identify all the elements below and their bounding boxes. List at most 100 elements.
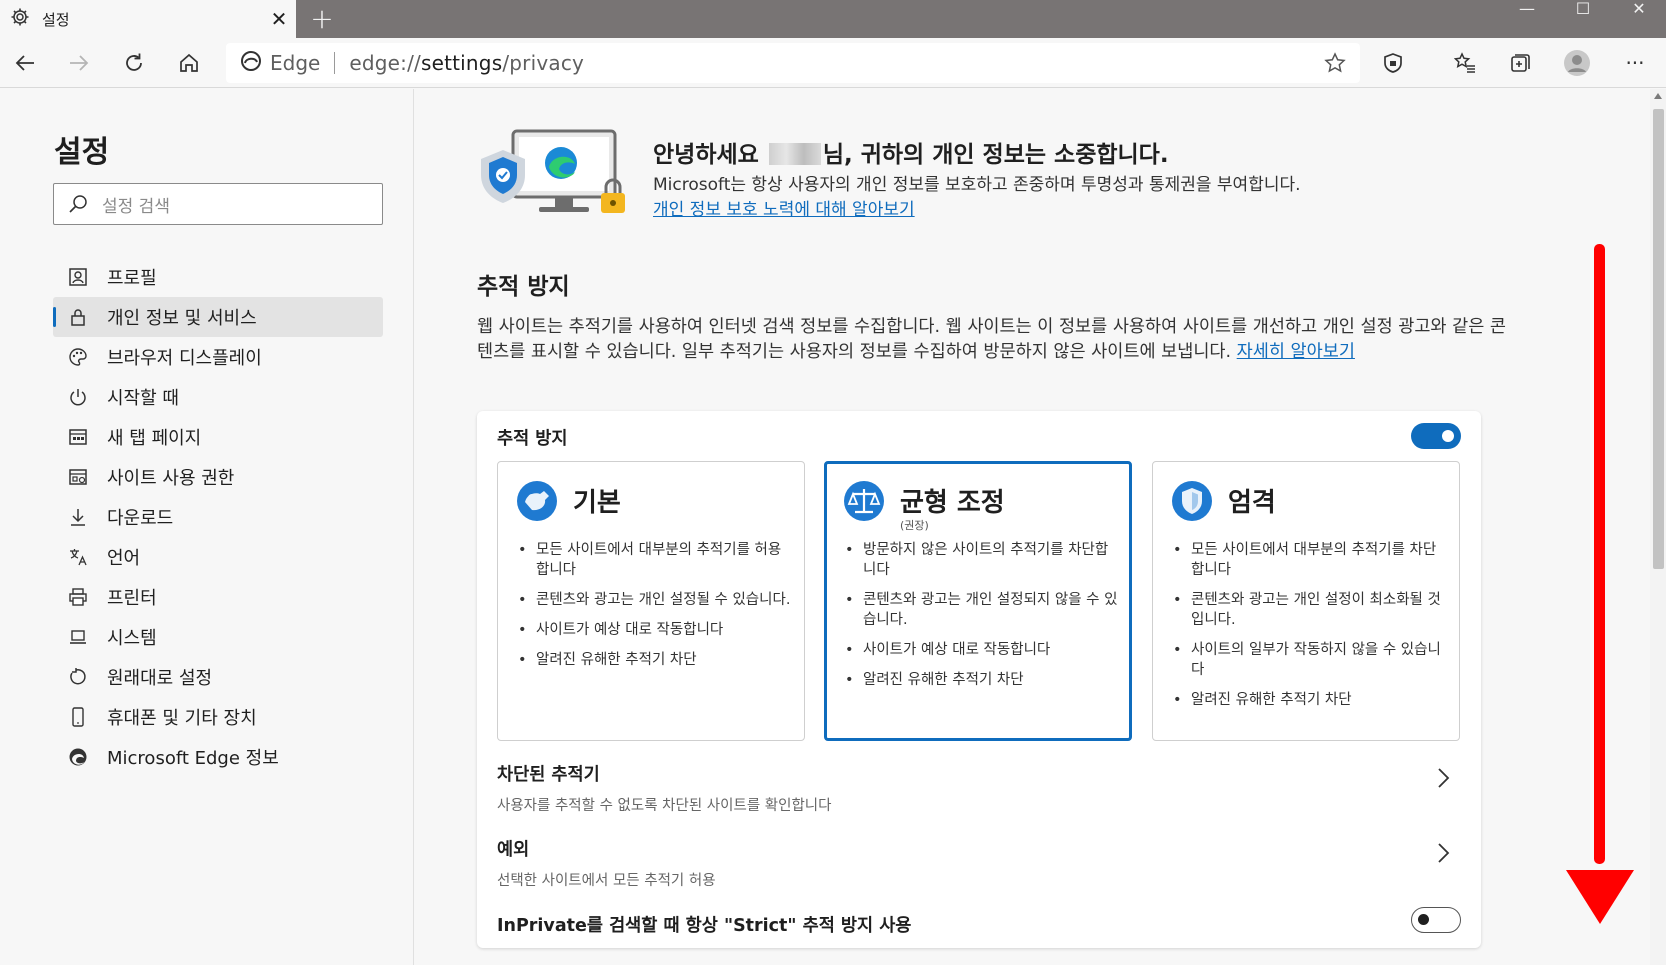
- new-tab-button[interactable]: +: [304, 2, 340, 36]
- chevron-right-icon: [1438, 768, 1450, 788]
- sidebar-item-label: 다운로드: [107, 508, 174, 529]
- sidebar-item-reset[interactable]: 원래대로 설정: [53, 657, 383, 697]
- tracking-prevention-card: 추적 방지 기본 모든 사이트에서 대부분의 추적기를 허용합니다 콘텐츠와 광…: [477, 411, 1481, 948]
- sidebar-item-power[interactable]: 시작할 때: [53, 377, 383, 417]
- sidebar-item-lock[interactable]: 개인 정보 및 서비스: [53, 297, 383, 337]
- option-basic[interactable]: 기본 모든 사이트에서 대부분의 추적기를 허용합니다 콘텐츠와 광고는 개인 …: [497, 461, 805, 741]
- favorite-star-icon[interactable]: [1324, 52, 1346, 78]
- hero-description: Microsoft는 항상 사용자의 개인 정보를 보호하고 존중하며 투명성과…: [653, 173, 1313, 223]
- address-bar[interactable]: Edge edge://settings/privacy: [226, 43, 1360, 83]
- sidebar-item-palette[interactable]: 브라우저 디스플레이: [53, 337, 383, 377]
- tracking-prevention-button[interactable]: [1376, 46, 1410, 80]
- inprivate-strict-toggle[interactable]: [1411, 907, 1461, 933]
- sidebar-item-newtab-page[interactable]: 새 탭 페이지: [53, 417, 383, 457]
- download-icon: [67, 506, 89, 528]
- more-menu-button[interactable]: ···: [1618, 46, 1652, 80]
- bullet-item: 콘텐츠와 광고는 개인 설정될 수 있습니다.: [516, 590, 791, 610]
- strict-shield-icon: [1171, 480, 1213, 522]
- minimize-button[interactable]: —: [1502, 0, 1552, 24]
- privacy-learn-link[interactable]: 개인 정보 보호 노력에 대해 알아보기: [653, 200, 915, 220]
- refresh-button[interactable]: [117, 46, 151, 80]
- sidebar-item-phone[interactable]: 휴대폰 및 기타 장치: [53, 697, 383, 737]
- tab-close-icon[interactable]: ✕: [262, 7, 296, 31]
- option-bullets: 모든 사이트에서 대부분의 추적기를 차단합니다 콘텐츠와 광고는 개인 설정이…: [1171, 540, 1446, 720]
- back-button[interactable]: [8, 46, 42, 80]
- profile-button[interactable]: [1560, 46, 1594, 80]
- collections-button[interactable]: [1503, 46, 1537, 80]
- hero-greeting: 안녕하세요: [653, 142, 759, 168]
- maximize-button[interactable]: ☐: [1558, 0, 1608, 24]
- favorites-button[interactable]: [1448, 46, 1482, 80]
- sidebar-item-site-permissions[interactable]: 사이트 사용 권한: [53, 457, 383, 497]
- hero-title-rest: 님, 귀하의 개인 정보는 소중합니다.: [822, 142, 1169, 168]
- url-suffix: /privacy: [502, 51, 585, 75]
- bullet-item: 콘텐츠와 광고는 개인 설정되지 않을 수 있습니다.: [843, 590, 1118, 630]
- home-icon: [180, 53, 198, 72]
- sidebar-item-label: 원래대로 설정: [107, 668, 213, 689]
- favorites-icon: [1454, 52, 1475, 73]
- browser-tab[interactable]: 설정 ✕: [0, 0, 296, 38]
- section-title-tracking: 추적 방지: [477, 274, 570, 300]
- exceptions-title: 예외: [497, 840, 530, 860]
- bullet-item: 사이트가 예상 대로 작동합니다: [843, 640, 1118, 660]
- shield-icon: [1384, 53, 1402, 73]
- settings-search-input[interactable]: 설정 검색: [53, 183, 383, 225]
- option-strict[interactable]: 엄격 모든 사이트에서 대부분의 추적기를 차단합니다 콘텐츠와 광고는 개인 …: [1152, 461, 1460, 741]
- sidebar-item-edge-logo[interactable]: Microsoft Edge 정보: [53, 737, 383, 777]
- address-site-label: Edge: [270, 51, 321, 75]
- option-balanced[interactable]: 균형 조정 (권장) 방문하지 않은 사이트의 추적기를 차단합니다 콘텐츠와 …: [824, 461, 1132, 741]
- blocked-trackers-row[interactable]: 차단된 추적기 사용자를 추적할 수 없도록 차단된 사이트를 확인합니다: [497, 761, 1462, 815]
- exceptions-desc: 선택한 사이트에서 모든 추적기 허용: [497, 873, 716, 889]
- sidebar-nav: 프로필 개인 정보 및 서비스 브라우저 디스플레이 시작할 때새 탭 페이지사이트 …: [53, 257, 383, 777]
- sidebar-item-label: 언어: [107, 548, 141, 569]
- collections-icon: [1511, 54, 1530, 72]
- main-content: 안녕하세요 님, 귀하의 개인 정보는 소중합니다. Microsoft는 항상…: [415, 89, 1650, 965]
- option-title: 엄격: [1228, 488, 1276, 518]
- hero-title: 안녕하세요 님, 귀하의 개인 정보는 소중합니다.: [653, 135, 1169, 169]
- toolbar: Edge edge://settings/privacy ···: [0, 38, 1666, 88]
- search-icon: [69, 195, 87, 213]
- sidebar-item-language[interactable]: 언어: [53, 537, 383, 577]
- tab-title: 설정: [42, 10, 70, 29]
- sidebar-item-label: 휴대폰 및 기타 장치: [107, 708, 257, 729]
- option-title: 기본: [573, 488, 621, 518]
- bullet-item: 방문하지 않은 사이트의 추적기를 차단합니다: [843, 540, 1118, 580]
- bullet-item: 알려진 유해한 추적기 차단: [516, 650, 791, 670]
- close-window-button[interactable]: ✕: [1614, 0, 1664, 24]
- tracking-learn-more-link[interactable]: 자세히 알아보기: [1237, 342, 1355, 362]
- redacted-username: [768, 143, 821, 165]
- bullet-item: 모든 사이트에서 대부분의 추적기를 허용합니다: [516, 540, 791, 580]
- scroll-down-annotation-arrow: [1566, 244, 1634, 924]
- sidebar-item-label: 새 탭 페이지: [107, 428, 202, 449]
- gear-icon: [10, 7, 30, 31]
- bullet-item: 모든 사이트에서 대부분의 추적기를 차단합니다: [1171, 540, 1446, 580]
- home-button[interactable]: [172, 46, 206, 80]
- sidebar-item-system[interactable]: 시스템: [53, 617, 383, 657]
- sidebar-item-printer[interactable]: 프린터: [53, 577, 383, 617]
- address-url[interactable]: edge://settings/privacy: [349, 51, 584, 75]
- tracking-description: 웹 사이트는 추적기를 사용하여 인터넷 검색 정보를 수집합니다. 웹 사이트…: [477, 315, 1507, 365]
- sidebar-item-label: 시스템: [107, 628, 157, 649]
- option-title: 균형 조정: [900, 488, 1005, 518]
- palette-icon: [67, 346, 89, 368]
- url-prefix: edge://: [349, 51, 421, 75]
- forward-button[interactable]: [62, 46, 96, 80]
- sidebar-title: 설정: [54, 135, 110, 170]
- sidebar-item-profile[interactable]: 프로필: [53, 257, 383, 297]
- tracking-prevention-toggle[interactable]: [1411, 423, 1461, 449]
- sidebar-item-download[interactable]: 다운로드: [53, 497, 383, 537]
- option-bullets: 방문하지 않은 사이트의 추적기를 차단합니다 콘텐츠와 광고는 개인 설정되지…: [843, 540, 1118, 700]
- option-subtitle: (권장): [900, 519, 929, 532]
- avatar: [1564, 50, 1590, 76]
- newtab-page-icon: [67, 426, 89, 448]
- settings-sidebar: 설정 설정 검색 프로필 개인 정보 및 서비스 브라우저 디스플레이 시작할 때새 …: [0, 89, 414, 965]
- address-separator: [334, 52, 336, 74]
- sidebar-item-label: Microsoft Edge 정보: [107, 748, 279, 769]
- bullet-item: 알려진 유해한 추적기 차단: [1171, 690, 1446, 710]
- exceptions-row[interactable]: 예외 선택한 사이트에서 모든 추적기 허용: [497, 836, 1462, 890]
- scroll-up-arrow-icon[interactable]: [1654, 93, 1662, 99]
- scroll-thumb[interactable]: [1653, 109, 1664, 569]
- lock-icon: [67, 306, 89, 328]
- page-scrollbar[interactable]: [1650, 89, 1666, 965]
- bullet-item: 사이트가 예상 대로 작동합니다: [516, 620, 791, 640]
